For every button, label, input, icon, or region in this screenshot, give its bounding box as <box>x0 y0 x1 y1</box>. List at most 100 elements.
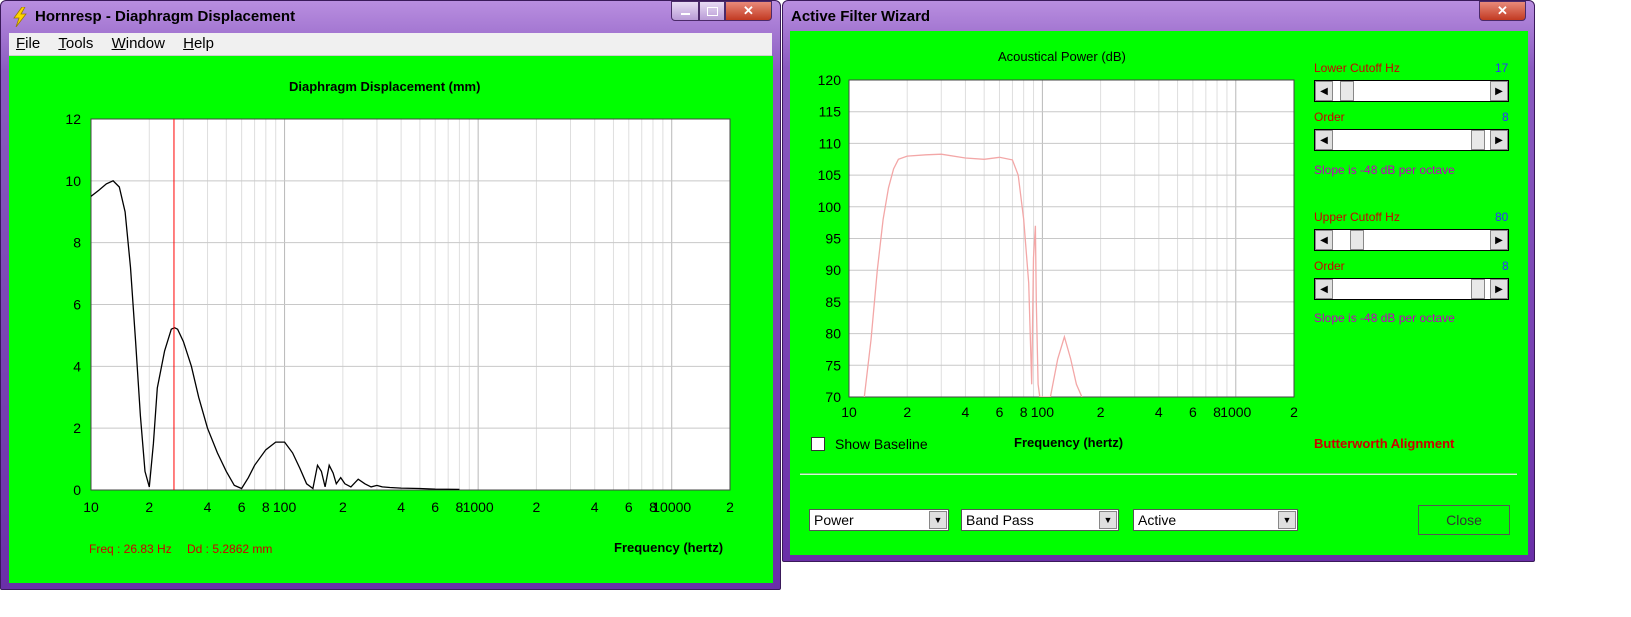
x-tick-label: 6 <box>238 499 246 515</box>
close-button[interactable]: Close <box>1418 505 1510 535</box>
x-tick-label: 2 <box>903 404 911 420</box>
separator <box>800 473 1517 475</box>
lower-order-slider[interactable]: ◀ ▶ <box>1314 129 1509 151</box>
x-tick-label: 2 <box>339 499 347 515</box>
mode-select[interactable]: Power ▼ <box>809 509 949 531</box>
minimize-button[interactable] <box>671 1 699 21</box>
x-tick-label: 6 <box>996 404 1004 420</box>
frequency-readout: Freq : 26.83 Hz <box>89 542 172 556</box>
y-tick-label: 2 <box>73 420 81 436</box>
upper-order-slider[interactable]: ◀ ▶ <box>1314 278 1509 300</box>
x-tick-label: 10 <box>83 499 99 515</box>
y-tick-label: 4 <box>73 358 81 374</box>
upper-cutoff-slider[interactable]: ◀ ▶ <box>1314 229 1509 251</box>
upper-cutoff-label: Upper Cutoff Hz <box>1314 210 1400 224</box>
slider-thumb[interactable] <box>1471 130 1485 150</box>
scroll-right-arrow-icon[interactable]: ▶ <box>1490 81 1508 101</box>
x-tick-label: 4 <box>1155 404 1163 420</box>
maximize-button[interactable] <box>699 1 725 21</box>
y-tick-label: 90 <box>825 262 841 278</box>
slider-thumb[interactable] <box>1340 81 1354 101</box>
menu-label: indow <box>125 35 165 52</box>
scroll-left-arrow-icon[interactable]: ◀ <box>1315 279 1333 299</box>
lower-slope-text: Slope is -48 dB per octave <box>1314 163 1455 177</box>
filter-panel: Acoustical Power (dB) 120 115 110 105 100 95 9… <box>790 31 1528 555</box>
x-tick-label: 2 <box>1097 404 1105 420</box>
menu-label: ile <box>25 35 41 52</box>
active-filter-wizard-window: Active Filter Wizard ✕ Acoustical Power … <box>782 0 1535 562</box>
y-tick-label: 85 <box>825 294 841 310</box>
menu-help[interactable]: Help <box>176 33 221 52</box>
scroll-right-arrow-icon[interactable]: ▶ <box>1490 130 1508 150</box>
upper-cutoff-value: 80 <box>1495 210 1509 224</box>
upper-order-value: 8 <box>1502 259 1509 273</box>
displacement-panel: Diaphragm Displacement (mm) 12 10 8 6 4 2 0 10 2… <box>9 56 773 583</box>
menu-file[interactable]: File <box>9 33 47 52</box>
displacement-readout: Dd : 5.2862 mm <box>187 542 273 556</box>
close-window-button[interactable]: ✕ <box>725 1 772 21</box>
close-icon: ✕ <box>1497 3 1508 18</box>
scroll-left-arrow-icon[interactable]: ◀ <box>1315 130 1333 150</box>
filter-type-select[interactable]: Band Pass ▼ <box>961 509 1119 531</box>
chevron-down-icon[interactable]: ▼ <box>929 511 947 529</box>
slider-thumb[interactable] <box>1350 230 1364 250</box>
menu-label: elp <box>193 35 214 52</box>
menu-window[interactable]: Window <box>105 33 172 52</box>
y-tick-label: 95 <box>825 231 841 247</box>
x-tick-label: 2 <box>533 499 541 515</box>
lower-order-value: 8 <box>1502 110 1509 124</box>
y-tick-label: 12 <box>65 111 81 127</box>
scroll-left-arrow-icon[interactable]: ◀ <box>1315 81 1333 101</box>
upper-order-label: Order <box>1314 259 1345 273</box>
lower-cutoff-label: Lower Cutoff Hz <box>1314 61 1400 75</box>
x-tick-label: 100 <box>273 499 297 515</box>
x-tick-label: 1000 <box>1220 404 1251 420</box>
x-tick-label: 4 <box>962 404 970 420</box>
menu-bar: File Tools Window Help <box>9 33 772 56</box>
menu-mnemonic: H <box>183 35 194 52</box>
lightning-app-icon <box>13 7 27 27</box>
x-tick-label: 4 <box>204 499 212 515</box>
scroll-right-arrow-icon[interactable]: ▶ <box>1490 279 1508 299</box>
close-icon: ✕ <box>743 3 754 18</box>
y-tick-label: 115 <box>819 104 842 120</box>
window-title: Hornresp - Diaphragm Displacement <box>35 8 296 25</box>
lower-cutoff-slider[interactable]: ◀ ▶ <box>1314 80 1509 102</box>
y-tick-label: 100 <box>818 199 842 215</box>
menu-mnemonic: F <box>16 35 26 52</box>
y-tick-label: 120 <box>818 72 842 88</box>
minimize-icon <box>680 13 690 15</box>
show-baseline-label[interactable]: Show Baseline <box>835 436 928 452</box>
close-window-button[interactable]: ✕ <box>1479 1 1526 21</box>
scroll-left-arrow-icon[interactable]: ◀ <box>1315 230 1333 250</box>
filter-kind-select[interactable]: Active ▼ <box>1133 509 1298 531</box>
show-baseline-checkbox[interactable] <box>811 437 825 451</box>
displacement-chart[interactable]: 12108642010 2 4 6 8 100 2 4 6 8 1000 2 4 6 810000 2 <box>9 56 773 526</box>
x-tick-label: 1000 <box>463 499 494 515</box>
slider-thumb[interactable] <box>1471 279 1485 299</box>
title-bar[interactable]: Active Filter Wizard ✕ <box>783 1 1534 35</box>
window-title: Active Filter Wizard <box>791 8 931 25</box>
x-tick-label: 2 <box>145 499 153 515</box>
x-axis-label: Frequency (hertz) <box>614 540 724 555</box>
y-tick-label: 110 <box>819 135 842 151</box>
chevron-down-icon[interactable]: ▼ <box>1278 511 1296 529</box>
lower-order-label: Order <box>1314 110 1345 124</box>
x-tick-label: 10 <box>841 404 857 420</box>
filter-type-select-value: Band Pass <box>966 512 1034 528</box>
acoustical-power-chart[interactable]: 12011511010510095908580757010 2 4 6 8 100 2 4 6 8… <box>790 31 1302 431</box>
menu-tools[interactable]: Tools <box>51 33 100 52</box>
x-tick-label: 100 <box>1031 404 1055 420</box>
y-tick-label: 6 <box>73 297 81 313</box>
y-tick-label: 10 <box>65 173 81 189</box>
y-tick-label: 105 <box>818 167 842 183</box>
x-tick-label: 8 <box>262 499 270 515</box>
scroll-right-arrow-icon[interactable]: ▶ <box>1490 230 1508 250</box>
y-tick-label: 8 <box>73 235 81 251</box>
x-tick-label: 2 <box>1290 404 1298 420</box>
x-tick-label: 4 <box>591 499 599 515</box>
title-bar[interactable]: Hornresp - Diaphragm Displacement ✕ <box>1 1 780 35</box>
chevron-down-icon[interactable]: ▼ <box>1099 511 1117 529</box>
mode-select-value: Power <box>814 512 854 528</box>
y-tick-label: 80 <box>825 326 841 342</box>
